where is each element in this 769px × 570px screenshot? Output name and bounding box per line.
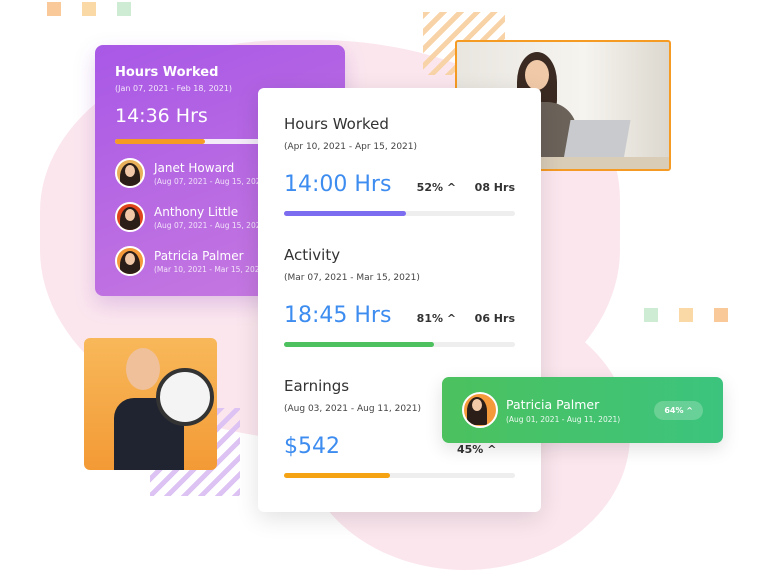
stat-section: Hours Worked (Apr 10, 2021 - Apr 15, 202…	[284, 88, 515, 219]
progress-fill	[115, 139, 206, 144]
progress-fill	[284, 473, 391, 478]
section-title: Hours Worked	[284, 115, 389, 133]
avatar	[462, 392, 498, 428]
member-range: (Aug 07, 2021 - Aug 15, 2021)	[154, 176, 269, 186]
percent-value: 45%	[457, 443, 484, 456]
man-with-clock-photo	[84, 338, 217, 470]
avatar	[115, 202, 145, 232]
decor-square	[714, 308, 728, 322]
decor-square	[47, 2, 61, 16]
stat-value: 14:00 Hrs	[284, 172, 392, 197]
percent-value: 64%	[664, 405, 684, 415]
percent-change: 52% ^	[417, 181, 475, 194]
card-title: Hours Worked	[115, 65, 219, 80]
member-name: Anthony Little	[154, 204, 239, 219]
percent-badge: 64% ^	[654, 400, 703, 420]
progress-bar	[284, 342, 515, 347]
stat-value: $542	[284, 434, 340, 459]
extra-hours: 06 Hrs	[474, 312, 515, 325]
member-range: (Mar 10, 2021 - Mar 15, 2021)	[154, 264, 268, 274]
user-range: (Aug 01, 2021 - Aug 11, 2021)	[506, 414, 621, 424]
date-range: (Apr 10, 2021 - Apr 15, 2021)	[284, 142, 418, 152]
progress-fill	[284, 342, 435, 347]
chevron-up-icon: ^	[446, 181, 457, 194]
stat-section: Activity (Mar 07, 2021 - Mar 15, 2021) 1…	[284, 219, 515, 350]
user-name: Patricia Palmer	[506, 396, 600, 412]
stats-card: Hours Worked (Apr 10, 2021 - Apr 15, 202…	[258, 88, 541, 512]
chevron-up-icon: ^	[446, 312, 457, 325]
member-range: (Aug 07, 2021 - Aug 15, 2021)	[154, 220, 269, 230]
chevron-up-icon: ^	[686, 405, 693, 415]
decor-square	[82, 2, 96, 16]
extra-hours: 08 Hrs	[474, 181, 515, 194]
avatar	[115, 158, 145, 188]
decor-square	[117, 2, 131, 16]
percent-change: 81% ^	[417, 312, 475, 325]
percent-value: 81%	[416, 312, 444, 325]
section-title: Activity	[284, 246, 341, 264]
avatar	[115, 246, 145, 276]
stat-value: 18:45 Hrs	[284, 303, 392, 328]
progress-bar	[284, 211, 515, 216]
percent-change: 45% ^	[457, 443, 515, 456]
date-range: (Mar 07, 2021 - Mar 15, 2021)	[284, 273, 420, 283]
chevron-up-icon: ^	[487, 443, 497, 456]
progress-fill	[284, 211, 407, 216]
member-name: Patricia Palmer	[154, 248, 244, 263]
decor-square	[679, 308, 693, 322]
progress-bar	[284, 473, 515, 478]
decor-square	[644, 308, 658, 322]
percent-value: 52%	[416, 181, 444, 194]
member-name: Janet Howard	[154, 160, 235, 175]
user-progress-card[interactable]: Patricia Palmer (Aug 01, 2021 - Aug 11, …	[442, 377, 723, 443]
